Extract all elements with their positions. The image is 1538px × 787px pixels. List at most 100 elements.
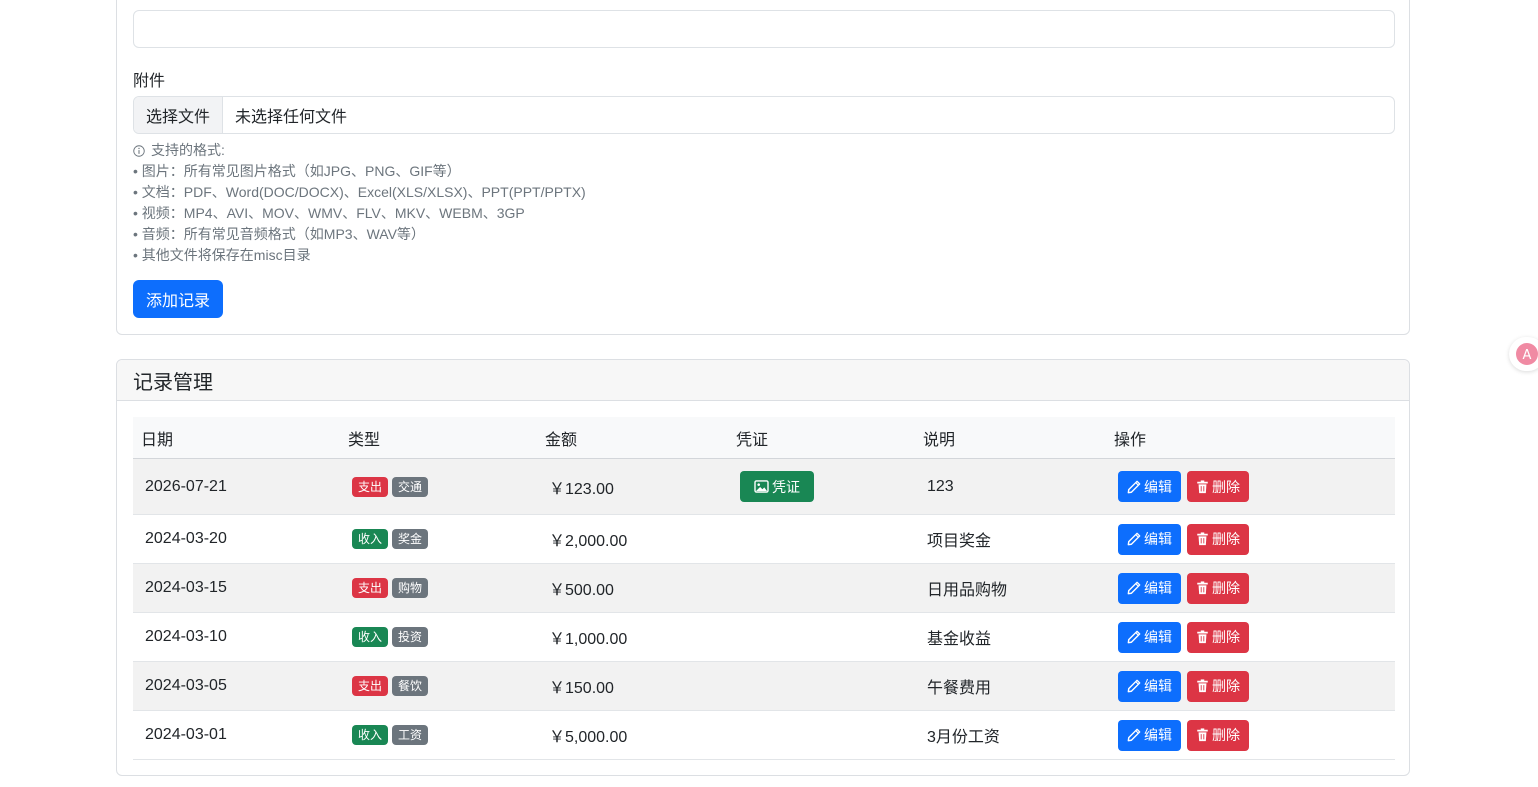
records-table: 日期 类型 金额 凭证 说明 操作 2026-07-21 支出 交通 ￥123.00 凭… bbox=[133, 417, 1395, 760]
type-badge: 收入 bbox=[352, 627, 389, 647]
record-amount: ￥2,000.00 bbox=[537, 514, 728, 564]
pencil-icon bbox=[1127, 532, 1141, 546]
record-note: 基金收益 bbox=[915, 612, 1106, 662]
record-voucher-cell bbox=[728, 514, 915, 564]
svg-text:A: A bbox=[1523, 348, 1532, 363]
type-badge: 支出 bbox=[352, 476, 389, 497]
translate-icon[interactable]: A bbox=[1509, 337, 1538, 371]
record-voucher-cell: 凭证 bbox=[728, 458, 915, 515]
records-card: 记录管理 日期 类型 金额 凭证 说明 操作 2026-07-21 支出 交通 ￥12… bbox=[116, 359, 1410, 776]
trash-icon bbox=[1197, 679, 1208, 693]
record-type-cell: 支出 餐饮 bbox=[340, 661, 537, 711]
col-actions: 操作 bbox=[1106, 417, 1395, 459]
help-line: • 文档：PDF、Word(DOC/DOCX)、Excel(XLS/XLSX)、… bbox=[133, 184, 586, 200]
help-line: • 音频：所有常见音频格式（如MP3、WAV等） bbox=[133, 226, 425, 242]
record-amount: ￥500.00 bbox=[537, 563, 728, 613]
record-date: 2024-03-01 bbox=[133, 710, 340, 760]
table-row: 2024-03-15 支出 购物 ￥500.00 日用品购物 编辑 删除 bbox=[133, 563, 1395, 613]
table-header-row: 日期 类型 金额 凭证 说明 操作 bbox=[133, 417, 1395, 459]
record-note: 项目奖金 bbox=[915, 514, 1106, 564]
col-date: 日期 bbox=[133, 417, 340, 459]
record-voucher-cell bbox=[728, 661, 915, 711]
category-badge: 工资 bbox=[392, 725, 429, 745]
record-note: 3月份工资 bbox=[915, 710, 1106, 760]
table-row: 2026-07-21 支出 交通 ￥123.00 凭证 123 编辑 删除 bbox=[133, 458, 1395, 515]
trash-icon bbox=[1197, 532, 1208, 546]
table-row: 2024-03-20 收入 奖金 ￥2,000.00 项目奖金 编辑 删除 bbox=[133, 514, 1395, 564]
delete-button[interactable]: 删除 bbox=[1187, 621, 1249, 653]
type-badge: 收入 bbox=[352, 529, 389, 549]
delete-button[interactable]: 删除 bbox=[1187, 719, 1249, 751]
type-badge: 支出 bbox=[352, 578, 389, 598]
record-amount: ￥5,000.00 bbox=[537, 710, 728, 760]
record-date: 2024-03-05 bbox=[133, 661, 340, 711]
record-date: 2026-07-21 bbox=[133, 458, 340, 515]
record-type-cell: 支出 购物 bbox=[340, 563, 537, 613]
help-line: • 图片：所有常见图片格式（如JPG、PNG、GIF等） bbox=[133, 163, 461, 179]
col-type: 类型 bbox=[340, 417, 537, 459]
record-actions: 编辑 删除 bbox=[1106, 514, 1395, 564]
info-icon bbox=[133, 145, 145, 157]
help-line: • 视频：MP4、AVI、MOV、WMV、FLV、MKV、WEBM、3GP bbox=[133, 205, 525, 221]
record-date: 2024-03-20 bbox=[133, 514, 340, 564]
record-actions: 编辑 删除 bbox=[1106, 612, 1395, 662]
view-voucher-button[interactable]: 凭证 bbox=[740, 471, 814, 502]
record-voucher-cell bbox=[728, 563, 915, 613]
description-input[interactable] bbox=[133, 10, 1395, 48]
table-row: 2024-03-05 支出 餐饮 ￥150.00 午餐费用 编辑 删除 bbox=[133, 661, 1395, 711]
col-voucher: 凭证 bbox=[728, 417, 915, 459]
record-actions: 编辑 删除 bbox=[1106, 661, 1395, 711]
pencil-icon bbox=[1127, 728, 1141, 742]
category-badge: 奖金 bbox=[392, 529, 429, 549]
trash-icon bbox=[1197, 581, 1208, 595]
add-record-button[interactable]: 添加记录 bbox=[133, 280, 223, 318]
supported-formats-help: 支持的格式: • 图片：所有常见图片格式（如JPG、PNG、GIF等） • 文档… bbox=[133, 140, 586, 266]
delete-button[interactable]: 删除 bbox=[1187, 572, 1249, 604]
edit-button[interactable]: 编辑 bbox=[1118, 621, 1181, 653]
attachment-file-input[interactable]: 选择文件 未选择任何文件 bbox=[133, 96, 1395, 134]
record-voucher-cell bbox=[728, 710, 915, 760]
edit-button[interactable]: 编辑 bbox=[1118, 471, 1181, 502]
record-type-cell: 支出 交通 bbox=[340, 458, 537, 515]
pencil-icon bbox=[1127, 630, 1141, 644]
col-note: 说明 bbox=[915, 417, 1106, 459]
pencil-icon bbox=[1127, 480, 1141, 493]
delete-button[interactable]: 删除 bbox=[1187, 471, 1249, 502]
record-amount: ￥150.00 bbox=[537, 661, 728, 711]
help-line: 支持的格式: bbox=[133, 140, 586, 161]
category-badge: 投资 bbox=[392, 627, 429, 647]
type-badge: 收入 bbox=[352, 725, 389, 745]
category-badge: 购物 bbox=[392, 578, 429, 598]
pencil-icon bbox=[1127, 581, 1141, 595]
add-record-card: 附件 选择文件 未选择任何文件 支持的格式: • 图片：所有常见图片格式（如JP… bbox=[116, 0, 1410, 335]
attachment-label: 附件 bbox=[133, 73, 166, 90]
file-status: 未选择任何文件 bbox=[235, 109, 348, 126]
edit-button[interactable]: 编辑 bbox=[1118, 719, 1181, 751]
records-title: 记录管理 bbox=[117, 360, 1409, 401]
record-amount: ￥1,000.00 bbox=[537, 612, 728, 662]
edit-button[interactable]: 编辑 bbox=[1118, 572, 1181, 604]
trash-icon bbox=[1197, 630, 1208, 644]
choose-file-button[interactable]: 选择文件 bbox=[134, 97, 224, 133]
trash-icon bbox=[1197, 479, 1208, 493]
help-line: • 其他文件将保存在misc目录 bbox=[133, 247, 311, 263]
trash-icon bbox=[1197, 728, 1208, 742]
record-actions: 编辑 删除 bbox=[1106, 563, 1395, 613]
translate-glyph: A bbox=[1516, 343, 1538, 365]
record-date: 2024-03-10 bbox=[133, 612, 340, 662]
delete-button[interactable]: 删除 bbox=[1187, 670, 1249, 702]
record-date: 2024-03-15 bbox=[133, 563, 340, 613]
category-badge: 交通 bbox=[392, 476, 429, 497]
record-amount: ￥123.00 bbox=[537, 458, 728, 515]
record-type-cell: 收入 奖金 bbox=[340, 514, 537, 564]
record-type-cell: 收入 投资 bbox=[340, 612, 537, 662]
delete-button[interactable]: 删除 bbox=[1187, 523, 1249, 555]
image-icon bbox=[754, 480, 769, 493]
record-actions: 编辑 删除 bbox=[1106, 710, 1395, 760]
edit-button[interactable]: 编辑 bbox=[1118, 670, 1181, 702]
record-type-cell: 收入 工资 bbox=[340, 710, 537, 760]
table-row: 2024-03-10 收入 投资 ￥1,000.00 基金收益 编辑 删除 bbox=[133, 612, 1395, 662]
pencil-icon bbox=[1127, 679, 1141, 693]
type-badge: 支出 bbox=[352, 676, 389, 696]
edit-button[interactable]: 编辑 bbox=[1118, 523, 1181, 555]
